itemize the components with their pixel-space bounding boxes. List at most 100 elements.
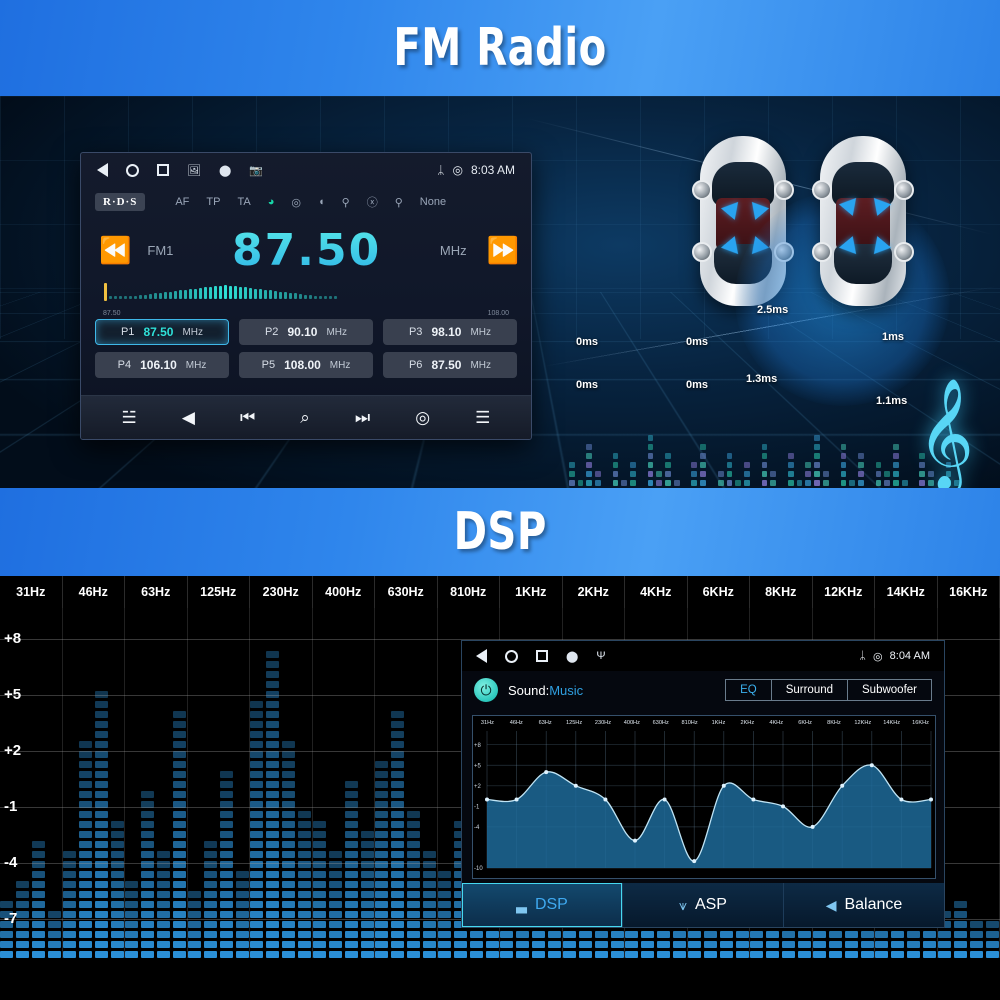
preset-index: P1 xyxy=(120,326,135,338)
eq-block xyxy=(796,480,803,486)
eq-column xyxy=(770,471,777,488)
rds-af-button[interactable]: AF xyxy=(175,196,189,208)
eq-block xyxy=(656,471,663,477)
eq-block xyxy=(770,471,777,477)
eq-block xyxy=(586,480,593,486)
eq-band-handle xyxy=(633,838,637,843)
rds-wave-icon[interactable]: ◎ xyxy=(291,196,301,209)
dsp-tab-dsp[interactable]: ▃ DSP xyxy=(462,883,623,927)
home-icon[interactable] xyxy=(505,649,518,663)
band-label[interactable]: FM1 xyxy=(147,243,173,258)
preset-button-p1[interactable]: P1 87.50 MHz xyxy=(95,319,229,345)
home-icon[interactable] xyxy=(126,163,139,177)
frequency-display: 87.50 xyxy=(173,225,440,276)
eq-block xyxy=(673,480,680,486)
eq-block xyxy=(647,453,654,459)
dsp-y-tick: -1 xyxy=(4,798,18,815)
mode-tab-surround[interactable]: Surround xyxy=(772,680,849,700)
recents-icon[interactable] xyxy=(536,650,548,662)
preset-button-p4[interactable]: P4 106.10 MHz xyxy=(95,352,229,378)
eq-block xyxy=(656,480,663,486)
preset-button-p3[interactable]: P3 98.10 MHz xyxy=(383,319,517,345)
dsp-tab-balance[interactable]: ◀ Balance xyxy=(784,883,944,927)
scale-tick xyxy=(124,296,127,299)
decorative-equalizer xyxy=(560,435,961,488)
pty-label[interactable]: None xyxy=(420,196,446,208)
mode-tab-subwoofer[interactable]: Subwoofer xyxy=(848,680,931,700)
scale-tick xyxy=(239,286,242,299)
eq-block xyxy=(717,471,724,477)
location-icon: ◎ xyxy=(873,650,883,663)
tune-up-button[interactable]: ⏩ xyxy=(487,235,519,266)
mode-tab-eq[interactable]: EQ xyxy=(726,680,772,700)
eq-band-handle xyxy=(514,797,519,802)
android-nav-buttons[interactable]: ⬤ Ψ xyxy=(476,649,606,663)
eq-block xyxy=(691,480,698,486)
eq-block xyxy=(787,480,794,486)
back-icon[interactable] xyxy=(97,163,108,177)
eq-block xyxy=(744,471,750,477)
preset-button-p2[interactable]: P2 90.10 MHz xyxy=(239,319,373,345)
dsp-eq-curve-chart[interactable]: 31Hz 46Hz 63Hz 125Hz 230Hz 400Hz 630Hz 810Hz 1KH… xyxy=(472,715,936,879)
eq-block xyxy=(630,480,636,486)
eq-column xyxy=(673,480,680,488)
speaker-icon xyxy=(774,180,794,200)
eq-band-handle xyxy=(781,804,785,809)
search-icon[interactable]: ⚲ xyxy=(342,196,350,209)
tune-down-button[interactable]: ⏪ xyxy=(99,235,131,266)
scale-tick xyxy=(194,288,197,299)
eq-block xyxy=(700,462,707,468)
camera-icon[interactable]: 📷 xyxy=(249,164,263,177)
power-icon[interactable]: ⏻ xyxy=(474,678,498,702)
delay-label-left-rear: 0ms xyxy=(576,379,599,391)
dsp-banner-title: DSP xyxy=(453,502,547,562)
frequency-scale[interactable]: 87.50 108.00 xyxy=(101,283,511,319)
back-icon[interactable] xyxy=(476,649,487,663)
antenna-icon[interactable]: ◎ xyxy=(415,408,430,428)
preset-frequency: 90.10 xyxy=(287,325,318,339)
zoom-scan-icon[interactable]: ⚲ xyxy=(395,196,403,209)
scale-tick xyxy=(139,295,142,299)
image-icon[interactable]: 🖼 xyxy=(187,164,201,177)
prev-track-icon[interactable]: ⏮ xyxy=(240,408,255,428)
scale-tick xyxy=(174,290,177,299)
dsp-tab-asp[interactable]: ⩛ ASP xyxy=(623,883,784,927)
rds-ta-button[interactable]: TA xyxy=(237,196,250,208)
speaker-icon xyxy=(894,242,914,262)
scale-tick xyxy=(169,291,172,299)
drop-icon[interactable]: ⬤ xyxy=(219,164,231,177)
rds-badge[interactable]: R·D·S xyxy=(95,193,146,211)
scale-tick xyxy=(264,289,267,299)
eq-block xyxy=(884,471,891,477)
volume-icon[interactable]: ◀ xyxy=(182,408,195,428)
scale-tick xyxy=(224,285,227,299)
android-nav-buttons[interactable]: 🖼 ⬤ 📷 xyxy=(97,163,263,177)
preset-button-p6[interactable]: P6 87.50 MHz xyxy=(383,352,517,378)
fm-radio-head-unit: 🖼 ⬤ 📷 ᛦ ◎ 8:03 AM R·D·S AF TP TA ◕ ◎ ◖ ⚲… xyxy=(80,152,532,440)
eq-column xyxy=(761,444,768,488)
download-icon[interactable]: ⓧ xyxy=(367,194,378,210)
drop-icon[interactable]: ⬤ xyxy=(566,650,578,663)
eq-block xyxy=(814,444,820,450)
eq-block xyxy=(893,480,899,486)
stereo-icon[interactable]: ◖ xyxy=(318,196,325,208)
preset-button-p5[interactable]: P5 108.00 MHz xyxy=(239,352,373,378)
eq-block xyxy=(901,480,908,486)
equalizer-icon[interactable]: ☰ xyxy=(475,408,490,428)
sound-value: Music xyxy=(549,682,584,698)
eq-column xyxy=(577,480,584,488)
rds-tp-button[interactable]: TP xyxy=(206,196,220,208)
bluetooth-icon: ᛦ xyxy=(859,650,867,662)
dsp-tab-label: ASP xyxy=(694,896,727,913)
usb-icon[interactable]: Ψ xyxy=(596,650,605,662)
eq-block xyxy=(726,462,733,468)
eq-chart-y-tick: +2 xyxy=(474,784,482,790)
rds-status-icon[interactable]: ◕ xyxy=(268,196,275,208)
recents-icon[interactable] xyxy=(157,164,169,176)
rss-signal-icon[interactable]: ☱ xyxy=(122,408,137,428)
next-track-icon[interactable]: ⏭ xyxy=(355,408,370,428)
dsp-frequency-label: 12KHz xyxy=(813,576,875,608)
eq-column xyxy=(796,480,803,488)
eq-block xyxy=(647,480,654,486)
scan-icon[interactable]: ⌕ xyxy=(300,408,310,428)
